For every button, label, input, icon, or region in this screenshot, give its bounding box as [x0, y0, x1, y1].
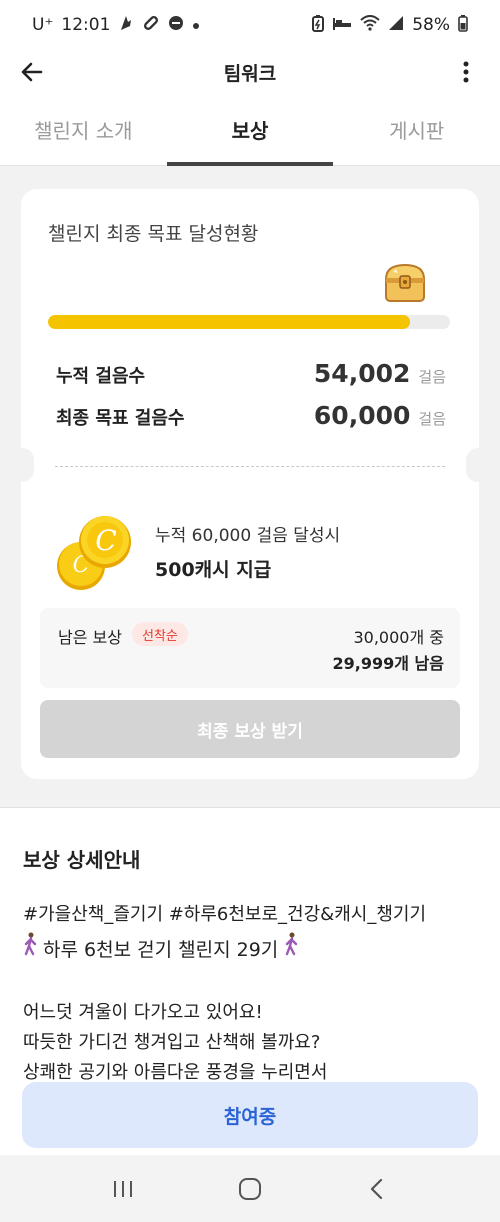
reward-card: 챌린지 최종 목표 달성현황 누적 걸음수 54,002 걸음 최종 목표 걸음…: [21, 189, 479, 779]
system-back-button[interactable]: [357, 1169, 397, 1209]
sleep-icon: [332, 15, 352, 36]
remaining-total: 30,000개 중: [353, 628, 444, 647]
remaining-label: 남은 보상: [58, 628, 122, 647]
details-headline-row: 하루 6천보 걷기 챌린지 29기: [23, 932, 298, 962]
recent-apps-button[interactable]: [103, 1169, 143, 1209]
more-vertical-icon: [463, 61, 469, 83]
wifi-icon: [360, 14, 380, 36]
remaining-left: 29,999개 남음: [332, 654, 444, 673]
treasure-chest-icon: [384, 263, 426, 302]
remaining-rewards-box: 남은 보상 선착순 30,000개 중 29,999개 남음: [40, 608, 460, 688]
tab-bar: 챌린지 소개 보상 게시판: [0, 94, 500, 166]
details-hashtags: #가을산책_즐기기 #하루6천보로_건강&캐시_챙기기: [23, 904, 427, 925]
system-nav-bar: [0, 1155, 500, 1222]
battery-saver-icon: [312, 14, 325, 37]
details-headline: 하루 6천보 걷기 챌린지 29기: [43, 939, 279, 961]
battery-percent: 58%: [412, 15, 450, 35]
svg-text:C: C: [95, 524, 116, 557]
goal-progress-bar: [48, 315, 450, 329]
tab-challenge-intro[interactable]: 챌린지 소개: [0, 94, 167, 165]
app-bar: 팀워크: [0, 50, 500, 94]
battery-icon: [458, 14, 468, 37]
status-bar: U⁺ 12:01 58%: [0, 0, 500, 50]
do-not-disturb-icon: [168, 15, 184, 35]
stat-label: 누적 걸음수: [56, 366, 146, 387]
goal-progress-fill: [48, 315, 410, 329]
stat-label: 최종 목표 걸음수: [56, 408, 185, 429]
stat-value: 54,002: [313, 359, 411, 388]
carrier-label: U⁺: [32, 15, 54, 35]
stat-unit: 걸음: [418, 368, 446, 386]
walking-person-icon: [24, 932, 37, 956]
back-button[interactable]: [16, 56, 48, 88]
home-icon: [238, 1177, 261, 1200]
dot-icon: [192, 15, 200, 35]
home-button[interactable]: [230, 1169, 270, 1209]
tab-board[interactable]: 게시판: [333, 94, 500, 165]
card-title: 챌린지 최종 목표 달성현황: [48, 223, 259, 245]
reward-amount: 500캐시 지급: [155, 559, 272, 581]
details-title: 보상 상세안내: [23, 848, 141, 872]
claim-final-reward-button[interactable]: 최종 보상 받기: [40, 700, 460, 758]
link-icon: [142, 14, 160, 36]
details-line: 어느덧 겨울이 다가오고 있어요!: [23, 1002, 263, 1023]
notification-app-icon: [118, 14, 134, 36]
walking-person-icon: [286, 932, 298, 956]
signal-icon: [388, 15, 404, 36]
tab-rewards[interactable]: 보상: [166, 94, 334, 166]
recent-apps-icon: [114, 1180, 133, 1197]
card-notch-right: [466, 448, 490, 482]
details-line: 상쾌한 공기와 아름다운 풍경을 누리면서: [23, 1062, 328, 1083]
reward-condition: 누적 60,000 걸음 달성시: [155, 526, 341, 546]
page-title: 팀워크: [223, 62, 277, 85]
details-line: 따듯한 가디건 챙겨입고 산책해 볼까요?: [23, 1032, 321, 1053]
stat-value: 60,000: [313, 401, 411, 430]
card-notch-left: [10, 448, 34, 482]
more-options-button[interactable]: [450, 56, 482, 88]
stat-row-accumulated: 누적 걸음수 54,002 걸음: [56, 359, 446, 388]
stat-row-goal: 최종 목표 걸음수 60,000 걸음: [56, 401, 446, 430]
first-come-badge: 선착순: [132, 622, 188, 646]
divider: [55, 466, 445, 467]
participating-button[interactable]: 참여중: [22, 1082, 478, 1148]
arrow-left-icon: [21, 62, 43, 82]
coins-icon: C C: [57, 516, 131, 590]
stat-unit: 걸음: [418, 410, 446, 428]
chevron-left-icon: [370, 1178, 382, 1199]
time-label: 12:01: [61, 15, 111, 35]
